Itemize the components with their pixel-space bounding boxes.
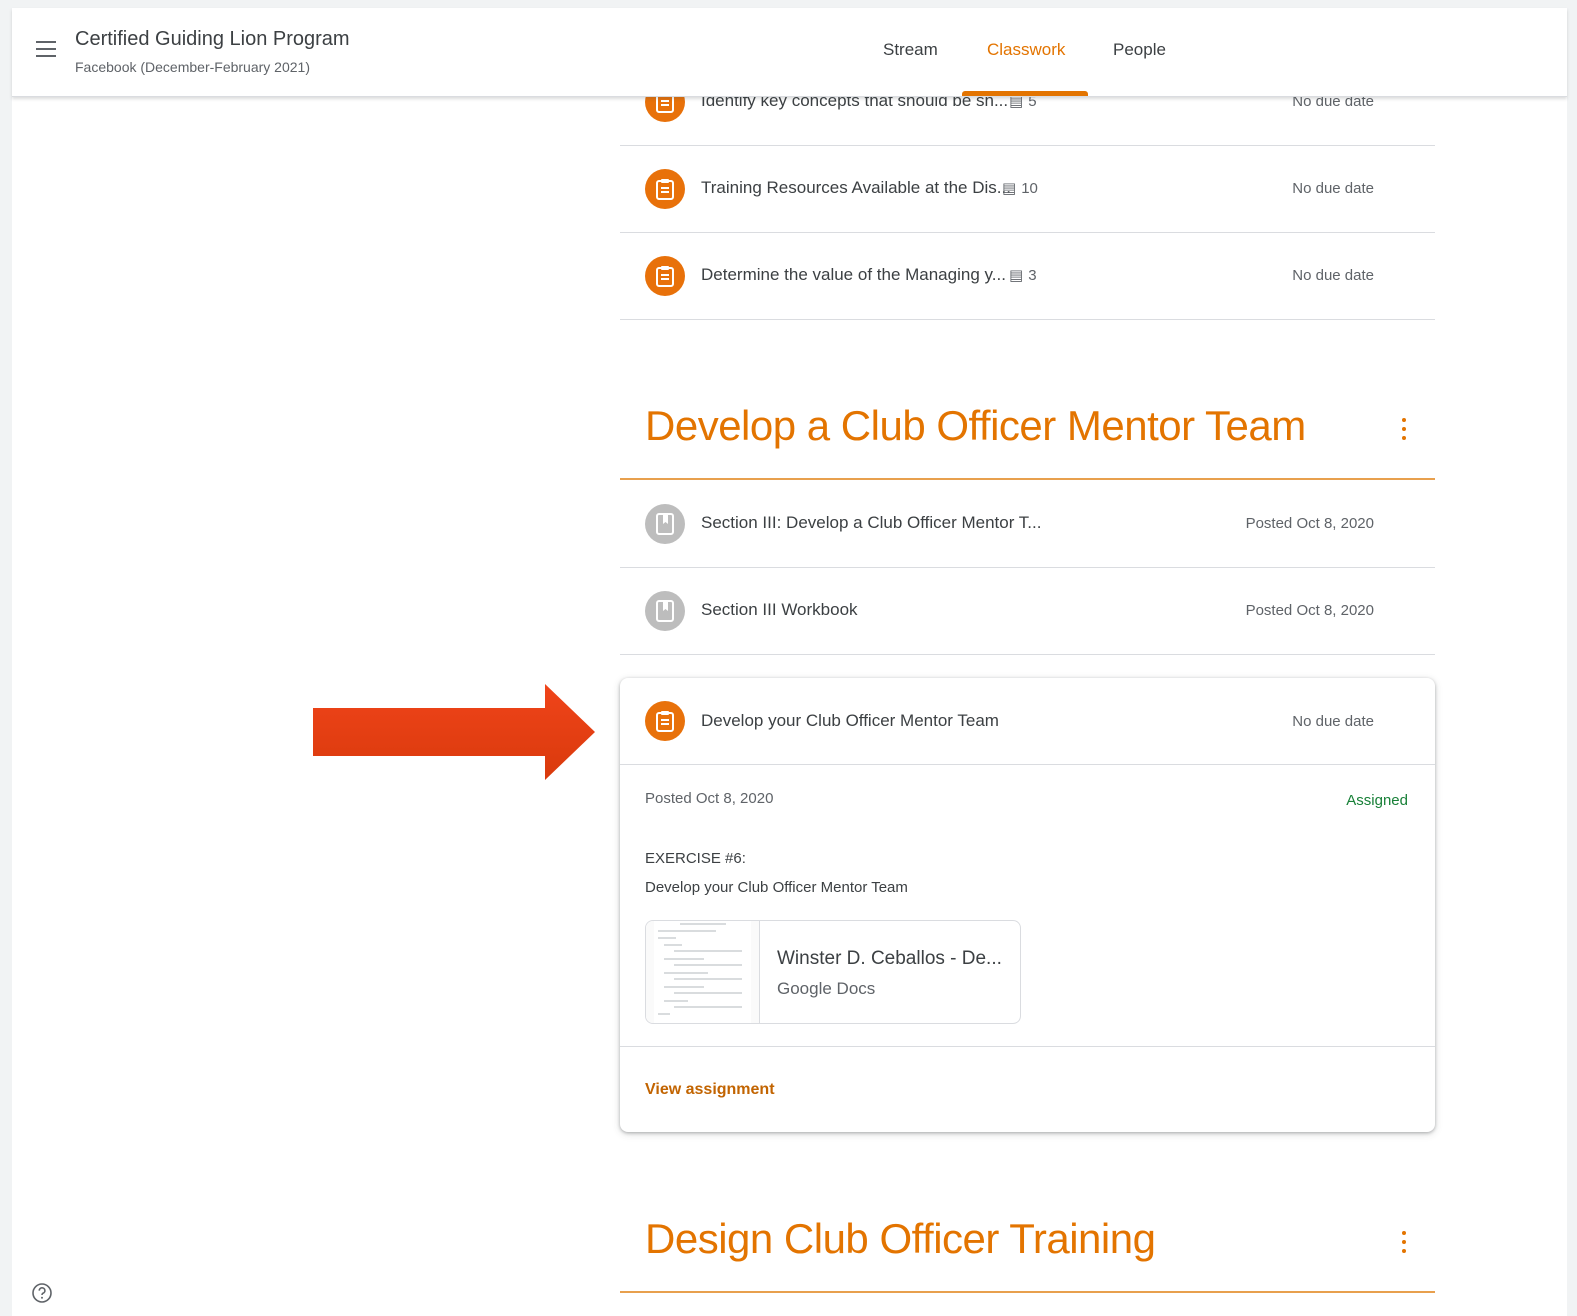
assignment-title: Develop your Club Officer Mentor Team (701, 711, 999, 730)
topic-divider (620, 1291, 1435, 1293)
active-tab-indicator (962, 91, 1088, 96)
comment-icon: ▤ (1002, 180, 1017, 197)
due-date: No due date (1292, 713, 1374, 730)
topic-more-icon[interactable] (1400, 418, 1408, 444)
assignment-icon (645, 701, 685, 741)
attachment-name: Winster D. Ceballos - De... (777, 948, 1002, 969)
list-item[interactable]: Training Resources Available at the Dis.… (620, 145, 1435, 233)
topic-title: Design Club Officer Training (645, 1215, 1156, 1262)
classwork-list: Identify key concepts that should be sh.… (620, 0, 1435, 1316)
material-title: Section III: Develop a Club Officer Ment… (701, 513, 1042, 532)
assignment-title: Training Resources Available at the Dis.… (701, 178, 1011, 197)
window-frame-left (0, 0, 12, 1316)
topic-title: Develop a Club Officer Mentor Team (645, 402, 1306, 449)
comment-count: ▤ 10 (1002, 179, 1038, 198)
comment-count: ▤ 3 (1009, 266, 1037, 285)
due-date: No due date (1292, 267, 1374, 284)
assignment-title: Determine the value of the Managing y... (701, 265, 1006, 284)
class-section: Facebook (December-February 2021) (75, 59, 310, 75)
expanded-assignment-card: Develop your Club Officer Mentor Team No… (620, 678, 1435, 1132)
assignment-icon (645, 256, 685, 296)
assignment-header[interactable]: Develop your Club Officer Mentor Team No… (620, 678, 1435, 765)
description-line: Develop your Club Officer Mentor Team (645, 879, 908, 896)
topic-more-icon[interactable] (1400, 1231, 1408, 1257)
posted-date: Posted Oct 8, 2020 (1245, 602, 1374, 619)
main-menu-icon[interactable] (36, 41, 56, 57)
assignment-description: EXERCISE #6: Develop your Club Officer M… (645, 844, 908, 902)
window-frame-right (1567, 0, 1577, 1316)
material-icon (645, 504, 685, 544)
red-arrow-annotation (313, 684, 595, 780)
list-item[interactable]: Section III: Develop a Club Officer Ment… (620, 480, 1435, 568)
due-date: No due date (1292, 180, 1374, 197)
status-badge: Assigned (1346, 792, 1408, 809)
attachment-card[interactable]: Winster D. Ceballos - De... Google Docs (645, 920, 1021, 1024)
material-title: Section III Workbook (701, 600, 858, 619)
classroom-header: Certified Guiding Lion Program Facebook … (12, 8, 1567, 97)
list-item[interactable]: Determine the value of the Managing y...… (620, 232, 1435, 320)
posted-date: Posted Oct 8, 2020 (645, 790, 774, 807)
comment-icon: ▤ (1009, 267, 1024, 284)
view-assignment-link[interactable]: View assignment (645, 1081, 775, 1099)
posted-date: Posted Oct 8, 2020 (1245, 515, 1374, 532)
assignment-icon (645, 169, 685, 209)
tab-people[interactable]: People (1113, 40, 1166, 60)
tab-stream[interactable]: Stream (883, 40, 938, 60)
help-icon[interactable] (32, 1283, 52, 1303)
document-thumbnail (646, 921, 760, 1023)
list-item[interactable]: Section III Workbook Posted Oct 8, 2020 (620, 567, 1435, 655)
attachment-type: Google Docs (777, 979, 876, 998)
material-icon (645, 591, 685, 631)
description-line: EXERCISE #6: (645, 850, 746, 867)
class-title[interactable]: Certified Guiding Lion Program (75, 28, 350, 51)
card-divider (620, 1046, 1435, 1047)
tab-classwork[interactable]: Classwork (987, 40, 1065, 60)
